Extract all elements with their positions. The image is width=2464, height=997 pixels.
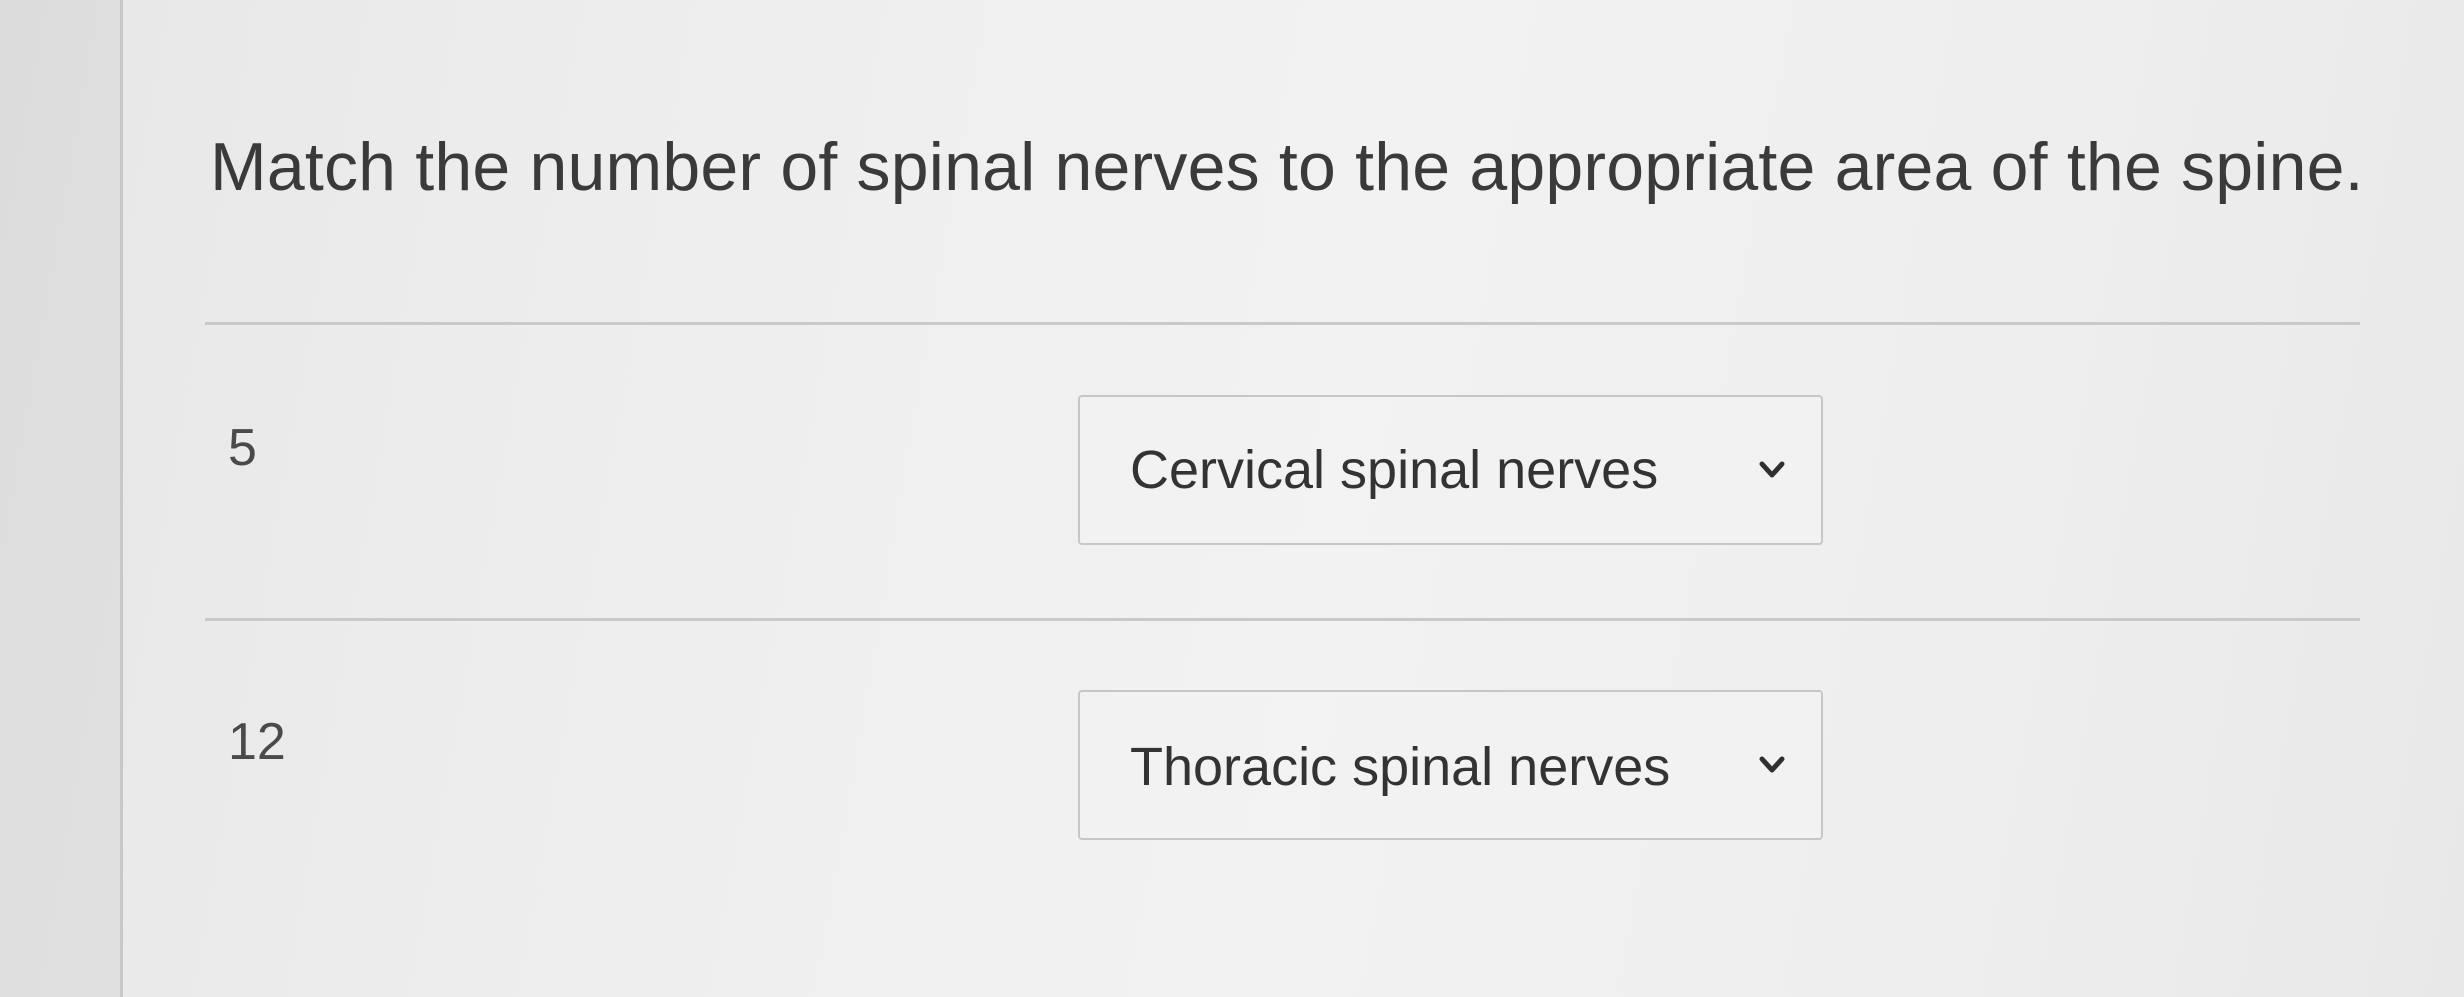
- area-select-value: Thoracic spinal nerves: [1130, 737, 1671, 797]
- divider: [205, 618, 2360, 621]
- chevron-down-icon: [1759, 756, 1785, 773]
- divider: [205, 322, 2360, 325]
- screen: Match the number of spinal nerves to the…: [0, 0, 2464, 997]
- chevron-down-icon: [1759, 461, 1785, 478]
- area-select-2[interactable]: Thoracic spinal nerves: [1078, 690, 1823, 840]
- question-prompt: Match the number of spinal nerves to the…: [210, 129, 2364, 205]
- row-number: 5: [228, 419, 257, 477]
- row-number: 12: [228, 713, 286, 771]
- area-select-value: Cervical spinal nerves: [1130, 440, 1659, 500]
- area-select-1[interactable]: Cervical spinal nerves: [1078, 395, 1823, 545]
